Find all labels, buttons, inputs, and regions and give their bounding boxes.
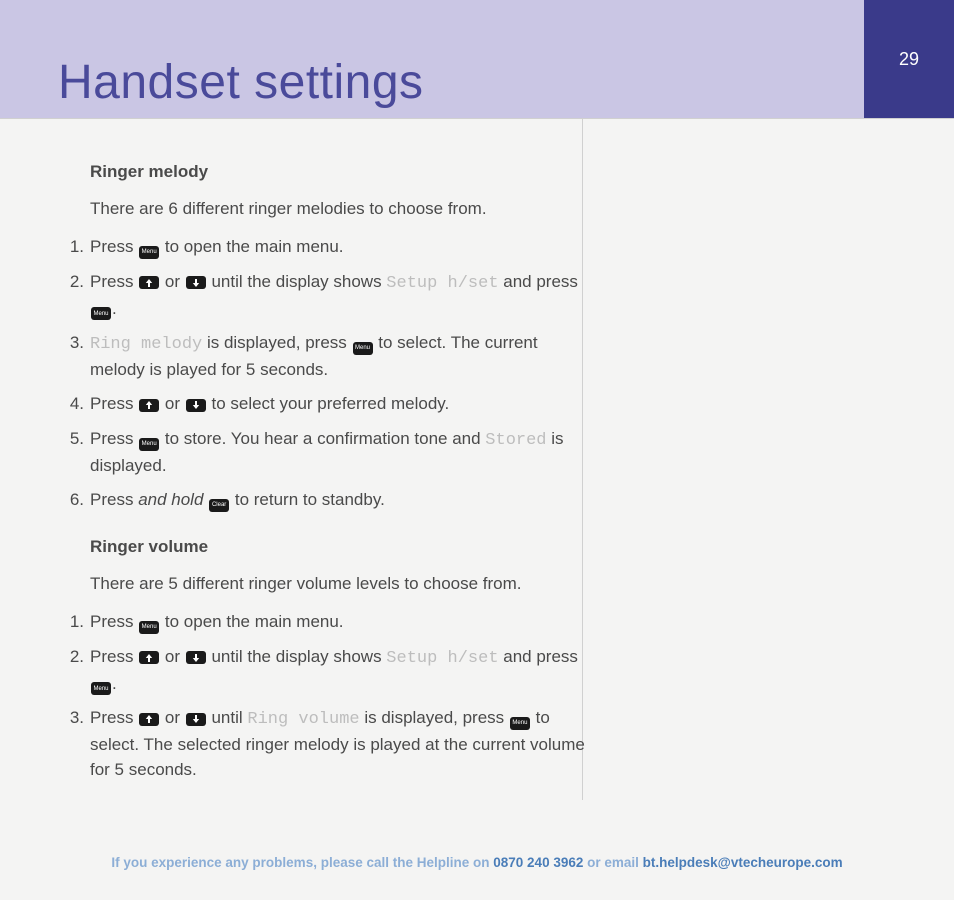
instruction-step: 5.Press Menu to store. You hear a confir… xyxy=(56,427,598,478)
menu-key-icon: Menu xyxy=(139,438,159,451)
menu-key-label: Menu xyxy=(142,441,157,447)
section-heading: Ringer melody xyxy=(90,160,598,185)
section-heading: Ringer volume xyxy=(90,535,598,560)
horizontal-rule xyxy=(0,118,954,119)
clear-key-label: Clear xyxy=(212,502,226,508)
step-body: Press or until Ring volume is displayed,… xyxy=(90,706,598,782)
emphasis-text: and hold xyxy=(138,490,208,509)
menu-key-icon: Menu xyxy=(510,717,530,730)
display-text: Stored xyxy=(485,431,546,450)
arrow-down-key-icon xyxy=(186,713,206,726)
menu-key-label: Menu xyxy=(355,345,370,351)
footer-phone: 0870 240 3962 xyxy=(493,855,583,870)
step-body: Press Menu to store. You hear a confirma… xyxy=(90,427,598,478)
page-number-box: 29 xyxy=(864,0,954,118)
footer-prefix: If you experience any problems, please c… xyxy=(111,855,493,870)
menu-key-label: Menu xyxy=(142,624,157,630)
page-header: Handset settings 29 xyxy=(0,0,954,118)
display-text: Setup h/set xyxy=(386,649,498,668)
footer-middle: or email xyxy=(583,855,642,870)
page-number: 29 xyxy=(899,49,919,70)
arrow-up-key-icon xyxy=(139,651,159,664)
display-text: Ring volume xyxy=(247,710,359,729)
section-intro: There are 5 different ringer volume leve… xyxy=(90,572,598,597)
menu-key-icon: Menu xyxy=(91,307,111,320)
menu-key-icon: Menu xyxy=(353,342,373,355)
footer-email: bt.helpdesk@vtecheurope.com xyxy=(643,855,843,870)
menu-key-label: Menu xyxy=(142,249,157,255)
section-intro: There are 6 different ringer melodies to… xyxy=(90,197,598,222)
instruction-step: 6.Press and hold Clear to return to stan… xyxy=(56,488,598,513)
instruction-step: 1.Press Menu to open the main menu. xyxy=(56,610,598,635)
step-number: 1. xyxy=(56,235,90,260)
menu-key-icon: Menu xyxy=(139,621,159,634)
step-number: 6. xyxy=(56,488,90,513)
arrow-down-key-icon xyxy=(186,651,206,664)
instruction-step: 2.Press or until the display shows Setup… xyxy=(56,645,598,696)
step-number: 1. xyxy=(56,610,90,635)
step-number: 3. xyxy=(56,706,90,782)
step-body: Press or to select your preferred melody… xyxy=(90,392,598,417)
step-body: Press or until the display shows Setup h… xyxy=(90,270,598,321)
menu-key-label: Menu xyxy=(512,720,527,726)
clear-key-icon: Clear xyxy=(209,499,229,512)
step-number: 2. xyxy=(56,270,90,321)
display-text: Ring melody xyxy=(90,335,202,354)
instruction-step: 3.Press or until Ring volume is displaye… xyxy=(56,706,598,782)
menu-key-icon: Menu xyxy=(139,246,159,259)
step-number: 2. xyxy=(56,645,90,696)
content-column: Ringer melody There are 6 different ringe… xyxy=(56,150,598,792)
instruction-step: 3.Ring melody is displayed, press Menu t… xyxy=(56,331,598,382)
display-text: Setup h/set xyxy=(386,274,498,293)
step-body: Press or until the display shows Setup h… xyxy=(90,645,598,696)
instruction-step: 1.Press Menu to open the main menu. xyxy=(56,235,598,260)
arrow-down-key-icon xyxy=(186,399,206,412)
instruction-step: 4.Press or to select your preferred melo… xyxy=(56,392,598,417)
arrow-up-key-icon xyxy=(139,713,159,726)
step-number: 4. xyxy=(56,392,90,417)
menu-key-icon: Menu xyxy=(91,682,111,695)
step-body: Ring melody is displayed, press Menu to … xyxy=(90,331,598,382)
step-body: Press and hold Clear to return to standb… xyxy=(90,488,598,513)
arrow-down-key-icon xyxy=(186,276,206,289)
arrow-up-key-icon xyxy=(139,399,159,412)
step-number: 5. xyxy=(56,427,90,478)
menu-key-label: Menu xyxy=(93,311,108,317)
step-number: 3. xyxy=(56,331,90,382)
arrow-up-key-icon xyxy=(139,276,159,289)
step-body: Press Menu to open the main menu. xyxy=(90,610,598,635)
step-body: Press Menu to open the main menu. xyxy=(90,235,598,260)
helpline-footer: If you experience any problems, please c… xyxy=(0,855,954,870)
page-title: Handset settings xyxy=(58,55,424,110)
instruction-step: 2.Press or until the display shows Setup… xyxy=(56,270,598,321)
menu-key-label: Menu xyxy=(93,686,108,692)
